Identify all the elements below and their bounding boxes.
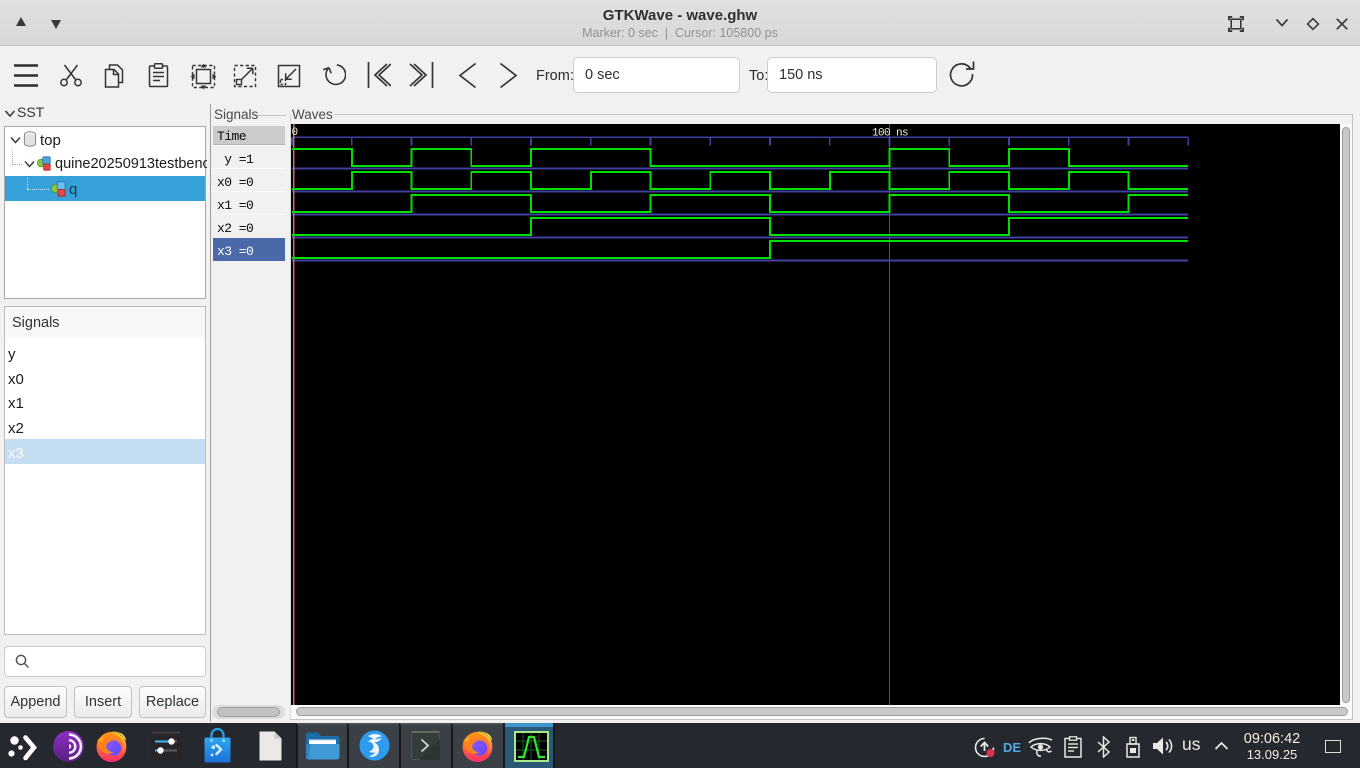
svg-text:100 ns: 100 ns (872, 128, 908, 140)
svg-text:0: 0 (292, 127, 298, 139)
